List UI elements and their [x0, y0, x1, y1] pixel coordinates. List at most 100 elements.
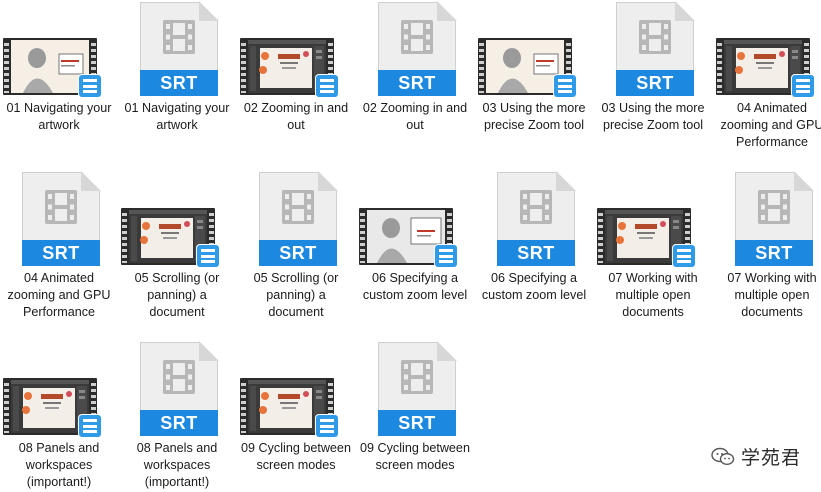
file-name-label: 06 Specifying a custom zoom level — [481, 271, 587, 302]
file-name-label: 01 Navigating your artwork — [124, 101, 230, 132]
srt-label: SRT — [378, 410, 456, 436]
file-icon: SRT — [475, 171, 593, 268]
srt-file-icon: SRT — [259, 171, 338, 266]
video-file-item[interactable]: 05 Scrolling (or panning) a document — [118, 172, 236, 321]
video-file-thumbnail — [478, 38, 576, 97]
wechat-icon — [711, 447, 735, 465]
srt-file-item[interactable]: SRT 02 Zooming in and out — [356, 1, 474, 134]
video-file-thumbnail — [359, 208, 457, 267]
video-file-thumbnail — [240, 378, 338, 437]
srt-file-icon: SRT — [22, 171, 101, 266]
video-type-badge-icon — [316, 415, 338, 437]
srt-file-icon: SRT — [378, 341, 457, 436]
srt-file-icon: SRT — [140, 1, 219, 96]
srt-file-item[interactable]: SRT 03 Using the more precise Zoom tool — [594, 1, 712, 134]
file-icon — [594, 172, 712, 268]
video-file-item[interactable]: 06 Specifying a custom zoom level — [356, 172, 474, 304]
video-type-badge-icon — [197, 245, 219, 267]
video-file-item[interactable]: 08 Panels and workspaces (important!) — [0, 342, 118, 491]
file-icon: SRT — [356, 1, 474, 98]
srt-label: SRT — [140, 70, 218, 96]
file-name-label: 07 Working with multiple open documents — [727, 271, 817, 319]
video-file-thumbnail — [716, 38, 814, 97]
watermark: 学苑君 — [711, 443, 801, 470]
srt-file-item[interactable]: SRT 06 Specifying a custom zoom level — [475, 171, 593, 304]
video-type-badge-icon — [79, 75, 101, 97]
srt-file-item[interactable]: SRT 07 Working with multiple open docume… — [713, 171, 821, 321]
file-name-label: 04 Animated zooming and GPU Performance — [720, 101, 821, 149]
video-file-thumbnail — [121, 208, 219, 267]
srt-file-item[interactable]: SRT 09 Cycling between screen modes — [356, 341, 474, 474]
file-icon — [237, 342, 355, 438]
film-strip-icon — [45, 190, 77, 224]
srt-file-item[interactable]: SRT 04 Animated zooming and GPU Performa… — [0, 171, 118, 321]
file-name-label: 01 Navigating your artwork — [6, 101, 112, 132]
video-file-item[interactable]: 09 Cycling between screen modes — [237, 342, 355, 474]
file-icon: SRT — [118, 1, 236, 98]
video-file-thumbnail — [240, 38, 338, 97]
file-icon: SRT — [237, 171, 355, 268]
file-icon: SRT — [356, 341, 474, 438]
file-name-label: 09 Cycling between screen modes — [360, 441, 470, 472]
srt-label: SRT — [140, 410, 218, 436]
file-name-label: 05 Scrolling (or panning) a document — [253, 271, 339, 319]
file-name-label: 08 Panels and workspaces (important!) — [18, 441, 100, 489]
video-file-thumbnail — [3, 378, 101, 437]
file-name-label: 04 Animated zooming and GPU Performance — [7, 271, 111, 319]
file-icon — [356, 172, 474, 268]
film-strip-icon — [401, 360, 433, 394]
video-type-badge-icon — [316, 75, 338, 97]
file-icon — [475, 2, 593, 98]
video-file-item[interactable]: 01 Navigating your artwork — [0, 2, 118, 134]
video-file-item[interactable]: 02 Zooming in and out — [237, 2, 355, 134]
video-type-badge-icon — [792, 75, 814, 97]
video-file-item[interactable]: 04 Animated zooming and GPU Performance — [713, 2, 821, 151]
srt-label: SRT — [378, 70, 456, 96]
film-strip-icon — [520, 190, 552, 224]
video-type-badge-icon — [435, 245, 457, 267]
srt-file-icon: SRT — [497, 171, 576, 266]
file-icon — [118, 172, 236, 268]
video-file-item[interactable]: 03 Using the more precise Zoom tool — [475, 2, 593, 134]
srt-label: SRT — [22, 240, 100, 266]
srt-file-item[interactable]: SRT 05 Scrolling (or panning) a document — [237, 171, 355, 321]
video-type-badge-icon — [79, 415, 101, 437]
file-icon: SRT — [713, 171, 821, 268]
video-file-thumbnail — [3, 38, 101, 97]
file-name-label: 05 Scrolling (or panning) a document — [134, 271, 220, 319]
video-file-thumbnail — [597, 208, 695, 267]
file-icon — [713, 2, 821, 98]
file-icon: SRT — [594, 1, 712, 98]
video-type-badge-icon — [554, 75, 576, 97]
srt-file-icon: SRT — [616, 1, 695, 96]
file-name-label: 03 Using the more precise Zoom tool — [601, 101, 705, 132]
srt-file-icon: SRT — [735, 171, 814, 266]
file-name-label: 02 Zooming in and out — [362, 101, 468, 132]
srt-file-icon: SRT — [140, 341, 219, 436]
video-type-badge-icon — [673, 245, 695, 267]
file-name-label: 07 Working with multiple open documents — [608, 271, 698, 319]
video-file-item[interactable]: 07 Working with multiple open documents — [594, 172, 712, 321]
file-name-label: 08 Panels and workspaces (important!) — [136, 441, 218, 489]
srt-label: SRT — [497, 240, 575, 266]
file-name-label: 03 Using the more precise Zoom tool — [482, 101, 586, 132]
srt-label: SRT — [616, 70, 694, 96]
srt-file-item[interactable]: SRT 08 Panels and workspaces (important!… — [118, 341, 236, 491]
file-icon — [0, 342, 118, 438]
file-icon: SRT — [0, 171, 118, 268]
film-strip-icon — [163, 20, 195, 54]
film-strip-icon — [163, 360, 195, 394]
film-strip-icon — [282, 190, 314, 224]
watermark-text: 学苑君 — [740, 448, 801, 469]
file-name-label: 09 Cycling between screen modes — [241, 441, 351, 472]
file-name-label: 02 Zooming in and out — [243, 101, 349, 132]
file-name-label: 06 Specifying a custom zoom level — [362, 271, 468, 302]
film-strip-icon — [401, 20, 433, 54]
file-icon — [0, 2, 118, 98]
srt-label: SRT — [735, 240, 813, 266]
file-icon: SRT — [118, 341, 236, 438]
srt-file-icon: SRT — [378, 1, 457, 96]
srt-file-item[interactable]: SRT 01 Navigating your artwork — [118, 1, 236, 134]
film-strip-icon — [758, 190, 790, 224]
srt-label: SRT — [259, 240, 337, 266]
